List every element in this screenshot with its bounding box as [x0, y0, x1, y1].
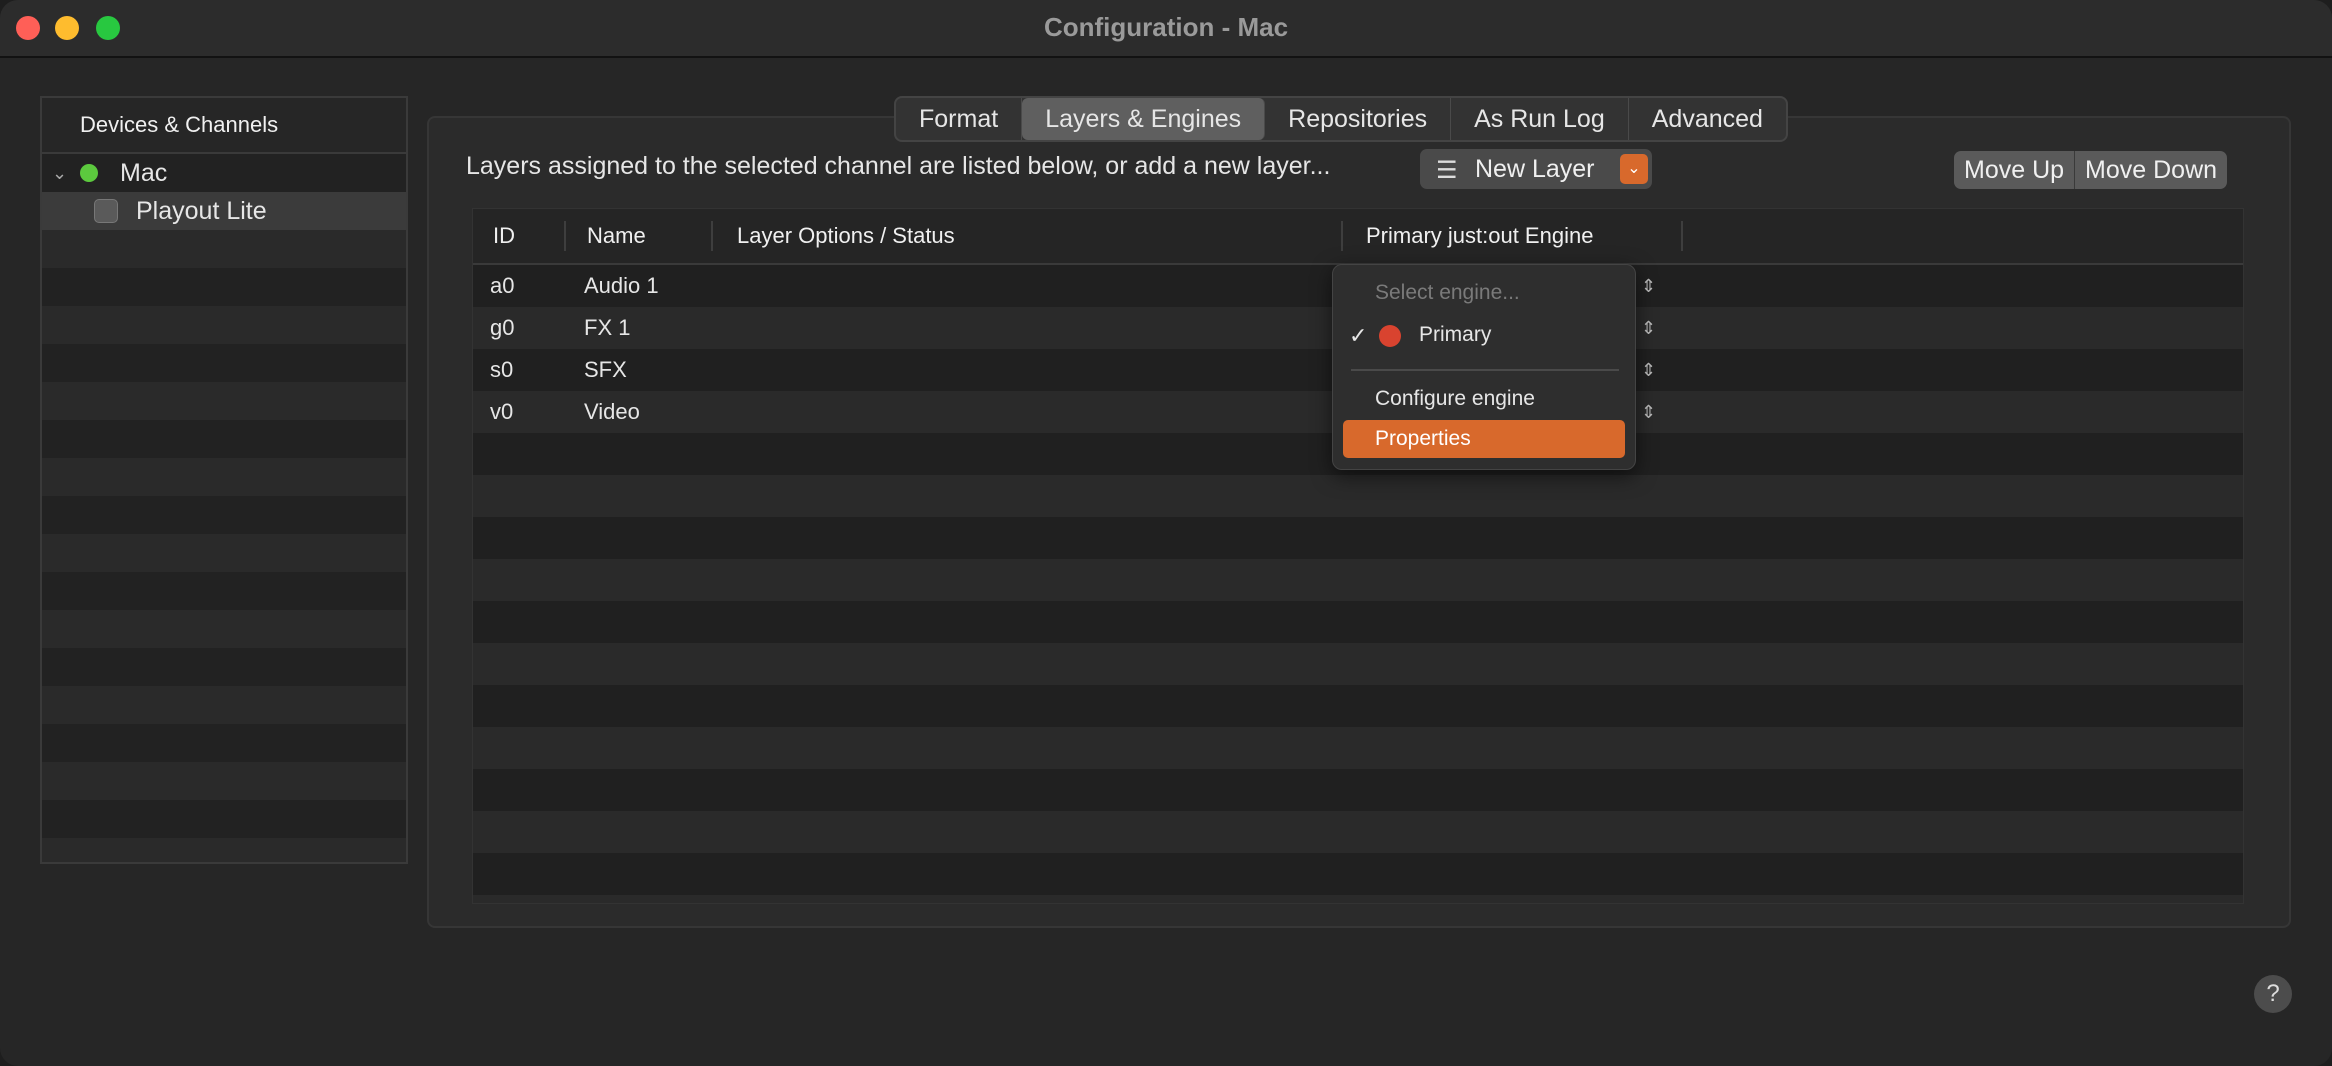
engine-select-menu: Select engine... ✓ Primary Configure eng… — [1332, 264, 1636, 470]
menu-item-configure-engine[interactable]: Configure engine — [1375, 387, 1535, 411]
row-id: g0 — [490, 315, 515, 340]
disclosure-chevron-icon[interactable]: ⌄ — [52, 154, 67, 192]
up-down-chevron-icon[interactable]: ⇕ — [1641, 265, 1656, 307]
checkmark-icon: ✓ — [1349, 323, 1368, 348]
row-name: Audio 1 — [584, 273, 659, 298]
column-header-layer-options[interactable]: Layer Options / Status — [737, 223, 955, 249]
channel-checkbox[interactable] — [94, 199, 118, 223]
menu-item-properties[interactable]: Properties — [1343, 420, 1625, 458]
tab-advanced[interactable]: Advanced — [1629, 98, 1786, 140]
move-down-button[interactable]: Move Down — [2075, 151, 2227, 189]
up-down-chevron-icon[interactable]: ⇕ — [1641, 349, 1656, 391]
row-name: Video — [584, 399, 640, 424]
up-down-chevron-icon[interactable]: ⇕ — [1641, 391, 1656, 433]
device-status-indicator — [80, 164, 98, 182]
list-icon: ☰ — [1436, 157, 1458, 184]
move-up-button[interactable]: Move Up — [1954, 151, 2076, 189]
new-layer-button[interactable]: ☰ New Layer ⌄ — [1420, 149, 1652, 189]
menu-item-primary[interactable]: Primary — [1419, 323, 1491, 347]
new-layer-label: New Layer — [1475, 155, 1595, 183]
channel-row-playout-lite[interactable]: Playout Lite — [42, 192, 406, 230]
move-buttons: Move Up Move Down — [1954, 151, 2228, 189]
menu-separator — [1351, 369, 1619, 371]
row-id: a0 — [490, 273, 515, 298]
devices-channels-sidebar: Devices & Channels ⌄ Mac Playout Lite — [40, 96, 408, 864]
column-header-engine[interactable]: Primary just:out Engine — [1366, 223, 1593, 249]
table-header: ID Name Layer Options / Status Primary j… — [473, 209, 2243, 265]
up-down-chevron-icon[interactable]: ⇕ — [1641, 307, 1656, 349]
table-empty-rows — [473, 433, 2243, 903]
device-name: Mac — [120, 159, 168, 187]
menu-item-select-engine: Select engine... — [1375, 281, 1520, 304]
column-header-name[interactable]: Name — [587, 223, 646, 249]
help-button[interactable]: ? — [2254, 975, 2292, 1013]
tab-repositories[interactable]: Repositories — [1265, 98, 1452, 140]
layers-description: Layers assigned to the selected channel … — [466, 152, 1331, 180]
title-bar: Configuration - Mac — [0, 0, 2332, 58]
row-id: v0 — [490, 399, 514, 424]
device-row-mac[interactable]: ⌄ Mac — [42, 154, 406, 192]
tab-as-run-log[interactable]: As Run Log — [1451, 98, 1629, 140]
window-title: Configuration - Mac — [1043, 12, 1289, 42]
configuration-window: Configuration - Mac Devices & Channels ⌄… — [0, 0, 2332, 1066]
row-id: s0 — [490, 357, 514, 382]
row-name: FX 1 — [584, 315, 631, 340]
sidebar-header: Devices & Channels — [42, 98, 406, 154]
row-name: SFX — [584, 357, 627, 382]
engine-status-dot — [1379, 325, 1401, 347]
chevron-down-icon[interactable]: ⌄ — [1620, 154, 1648, 184]
tab-layers-engines[interactable]: Layers & Engines — [1022, 98, 1266, 140]
sidebar-empty-rows — [42, 230, 406, 862]
column-header-id[interactable]: ID — [493, 223, 515, 249]
tab-bar: Format Layers & Engines Repositories As … — [894, 96, 1788, 142]
channel-name: Playout Lite — [136, 197, 267, 225]
tab-format[interactable]: Format — [896, 98, 1023, 140]
